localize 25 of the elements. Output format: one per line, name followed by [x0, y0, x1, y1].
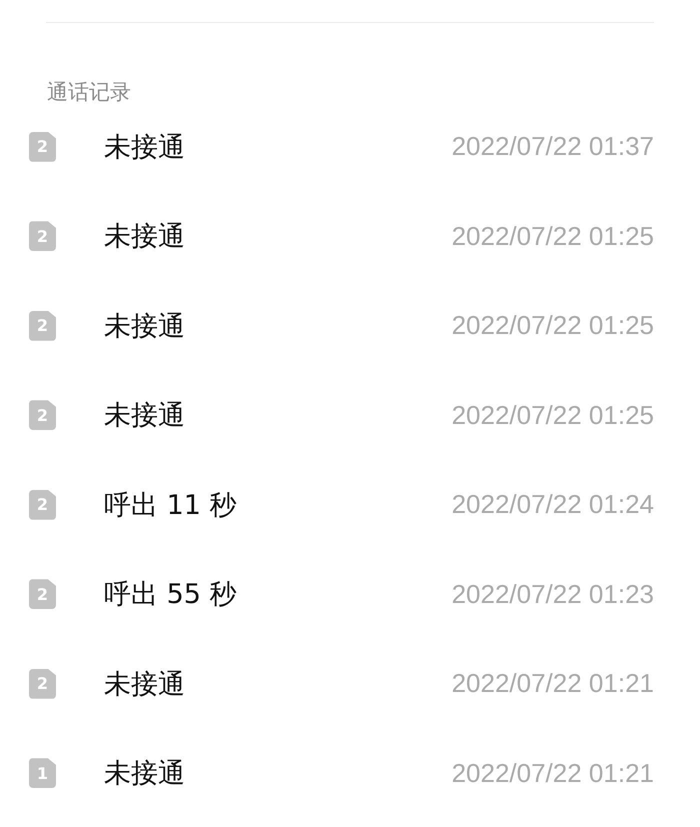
call-time: 2022/07/22 01:25: [452, 400, 654, 431]
section-title: 通话记录: [47, 79, 132, 106]
call-time: 2022/07/22 01:37: [452, 131, 654, 162]
sim-badge: 2: [29, 668, 56, 699]
sim-badge: 2: [29, 132, 56, 162]
sim-badge: 1: [29, 758, 56, 788]
call-time: 2022/07/22 01:25: [452, 220, 654, 252]
call-time: 2022/07/22 01:25: [452, 310, 654, 342]
call-status: 未接通: [104, 757, 185, 792]
call-status: 呼出 55 秒: [104, 578, 237, 612]
sim-badge: 2: [29, 310, 56, 341]
call-status: 未接通: [104, 310, 185, 344]
sim-badge: 2: [29, 221, 56, 252]
call-time: 2022/07/22 01:21: [452, 668, 654, 700]
call-status: 未接通: [104, 220, 185, 254]
call-status: 未接通: [104, 130, 185, 165]
call-status: 呼出 11 秒: [104, 488, 237, 523]
call-status: 未接通: [104, 399, 185, 434]
call-time: 2022/07/22 01:24: [452, 489, 654, 520]
sim-badge: 2: [29, 579, 56, 610]
call-time: 2022/07/22 01:21: [452, 758, 654, 789]
call-status: 未接通: [104, 668, 185, 702]
sim-badge: 2: [29, 490, 56, 520]
call-time: 2022/07/22 01:23: [452, 578, 654, 610]
sim-badge: 2: [29, 400, 56, 430]
